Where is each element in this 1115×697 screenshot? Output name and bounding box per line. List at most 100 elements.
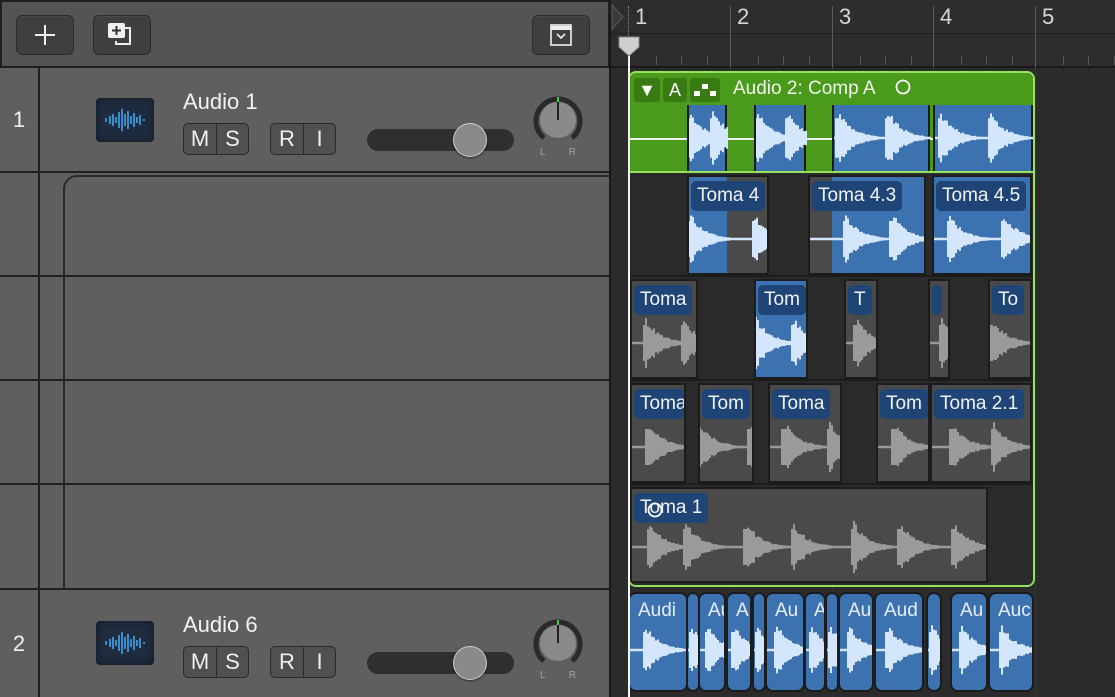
take-region[interactable]: To: [988, 279, 1032, 379]
record-enable-button[interactable]: R: [271, 647, 303, 677]
volume-slider-thumb[interactable]: [453, 123, 487, 157]
bar-number: 2: [737, 4, 750, 29]
track-header-audio-6[interactable]: Audio 6 M S R I L R: [40, 590, 609, 697]
waveform: [756, 114, 807, 162]
audio-region[interactable]: [926, 592, 942, 692]
beat-tick: [885, 56, 886, 65]
region-name: Audi: [638, 600, 677, 621]
take-name: Toma 2.1: [940, 393, 1019, 414]
playhead[interactable]: [628, 40, 630, 697]
track-name[interactable]: Audio 1: [183, 89, 258, 115]
audio-region[interactable]: [752, 592, 766, 692]
take-name-label: Toma 4.5: [936, 181, 1027, 211]
audio-region[interactable]: Aud: [874, 592, 924, 692]
waveform: [928, 625, 940, 675]
audio-region[interactable]: Audi: [628, 592, 688, 692]
take-lane[interactable]: Toma 1: [630, 485, 1033, 585]
take-name: T: [854, 289, 866, 310]
mute-button[interactable]: M: [184, 124, 216, 154]
take-region[interactable]: Tom: [754, 279, 808, 379]
take-region[interactable]: Toma: [630, 383, 686, 483]
comp-segment[interactable]: [933, 105, 1033, 171]
waveform: [876, 628, 922, 672]
record-enable-button[interactable]: R: [271, 124, 303, 154]
audio-region[interactable]: Au: [950, 592, 988, 692]
add-track-button[interactable]: [16, 15, 74, 55]
take-name: Toma 4.3: [818, 185, 897, 206]
bar-line: [1035, 6, 1036, 68]
solo-button[interactable]: S: [216, 124, 248, 154]
plus-icon: [35, 25, 55, 45]
region-name: Au: [848, 600, 872, 621]
take-lane-header[interactable]: [40, 173, 609, 277]
mute-button[interactable]: M: [184, 647, 216, 677]
take-name-label: Toma: [634, 389, 684, 419]
track-number-spacer: [0, 277, 40, 381]
take-region[interactable]: Toma 1: [630, 487, 988, 583]
playhead-handle[interactable]: [617, 35, 641, 57]
take-folder[interactable]: ▼ A Audio 2: Comp A Toma 4 Toma 4.3 Toma 4…: [628, 71, 1035, 587]
comp-segment[interactable]: [832, 105, 931, 171]
bar-ruler[interactable]: 1 2 3 4 5: [611, 0, 1115, 68]
take-lane[interactable]: Toma Tom T To: [630, 277, 1033, 379]
take-region[interactable]: Tom: [698, 383, 754, 483]
take-region[interactable]: Toma 2.1: [930, 383, 1032, 483]
global-tracks-button[interactable]: [532, 15, 590, 55]
waveform: [990, 325, 1030, 361]
audio-region[interactable]: A: [804, 592, 826, 692]
take-folder-title[interactable]: Audio 2: Comp A: [733, 78, 912, 100]
take-lane-header[interactable]: [40, 381, 609, 485]
take-region[interactable]: Toma 4.5: [932, 175, 1032, 275]
audio-waveform-icon: [96, 98, 154, 142]
take-folder-disclosure-button[interactable]: ▼: [634, 78, 660, 102]
auto-button[interactable]: A: [663, 78, 687, 102]
track-header-audio-1[interactable]: Audio 1 M S R I L R: [40, 68, 609, 173]
input-monitoring-button[interactable]: I: [303, 647, 335, 677]
comp-segment[interactable]: [687, 105, 728, 171]
take-region[interactable]: Tom: [876, 383, 930, 483]
duplicate-track-button[interactable]: [93, 15, 151, 55]
waveform: [990, 625, 1032, 675]
cycle-region-arrow-icon[interactable]: [611, 4, 625, 30]
beat-tick: [808, 56, 810, 65]
tracks-area[interactable]: 1 2 3 4 5 ▼ A Audio 2: Comp A Toma 4 Toma 4.3…: [609, 0, 1115, 697]
audio-region[interactable]: Au: [698, 592, 726, 692]
audio-region[interactable]: Au: [765, 592, 805, 692]
circle-icon: [895, 79, 911, 95]
take-region[interactable]: Toma 4: [687, 175, 769, 275]
beat-tick: [783, 56, 784, 65]
volume-slider[interactable]: [367, 123, 514, 157]
audio-region[interactable]: Auc: [988, 592, 1034, 692]
take-name: Toma 4.5: [942, 185, 1021, 206]
take-lane-header[interactable]: [40, 277, 609, 381]
comp-segment[interactable]: [754, 105, 807, 171]
take-lane-header[interactable]: [40, 485, 609, 590]
take-region[interactable]: Toma: [630, 279, 698, 379]
quick-swipe-comping-button[interactable]: [690, 78, 720, 102]
audio-region[interactable]: A: [726, 592, 752, 692]
pan-left-label: L: [540, 670, 546, 681]
pan-knob[interactable]: L R: [532, 617, 584, 681]
input-monitoring-button[interactable]: I: [303, 124, 335, 154]
take-region[interactable]: Toma 4.3: [808, 175, 926, 275]
track-name[interactable]: Audio 6: [183, 612, 258, 638]
comp-name: Audio 2: Comp A: [733, 78, 875, 99]
beat-tick: [1062, 56, 1064, 65]
take-region[interactable]: [928, 279, 950, 379]
take-region[interactable]: Toma: [768, 383, 842, 483]
ruler-bar-row: [611, 0, 1115, 34]
take-name: Tom: [708, 393, 744, 414]
pan-knob[interactable]: L R: [532, 94, 584, 158]
audio-region[interactable]: Au: [838, 592, 874, 692]
take-region[interactable]: T: [844, 279, 878, 379]
take-lane[interactable]: Toma Tom Toma Tom Toma 2.1: [630, 381, 1033, 483]
audio-region[interactable]: [825, 592, 839, 692]
track-headers: 1 Audio 1 M S R I L R 2 Audio 6 M S R I …: [0, 0, 609, 697]
region-name: Au: [708, 600, 724, 621]
volume-slider[interactable]: [367, 646, 514, 680]
waveform: [728, 629, 750, 671]
volume-slider-thumb[interactable]: [453, 646, 487, 680]
take-lane[interactable]: Toma 4 Toma 4.3 Toma 4.5: [630, 173, 1033, 275]
waveform: [930, 318, 948, 368]
solo-button[interactable]: S: [216, 647, 248, 677]
